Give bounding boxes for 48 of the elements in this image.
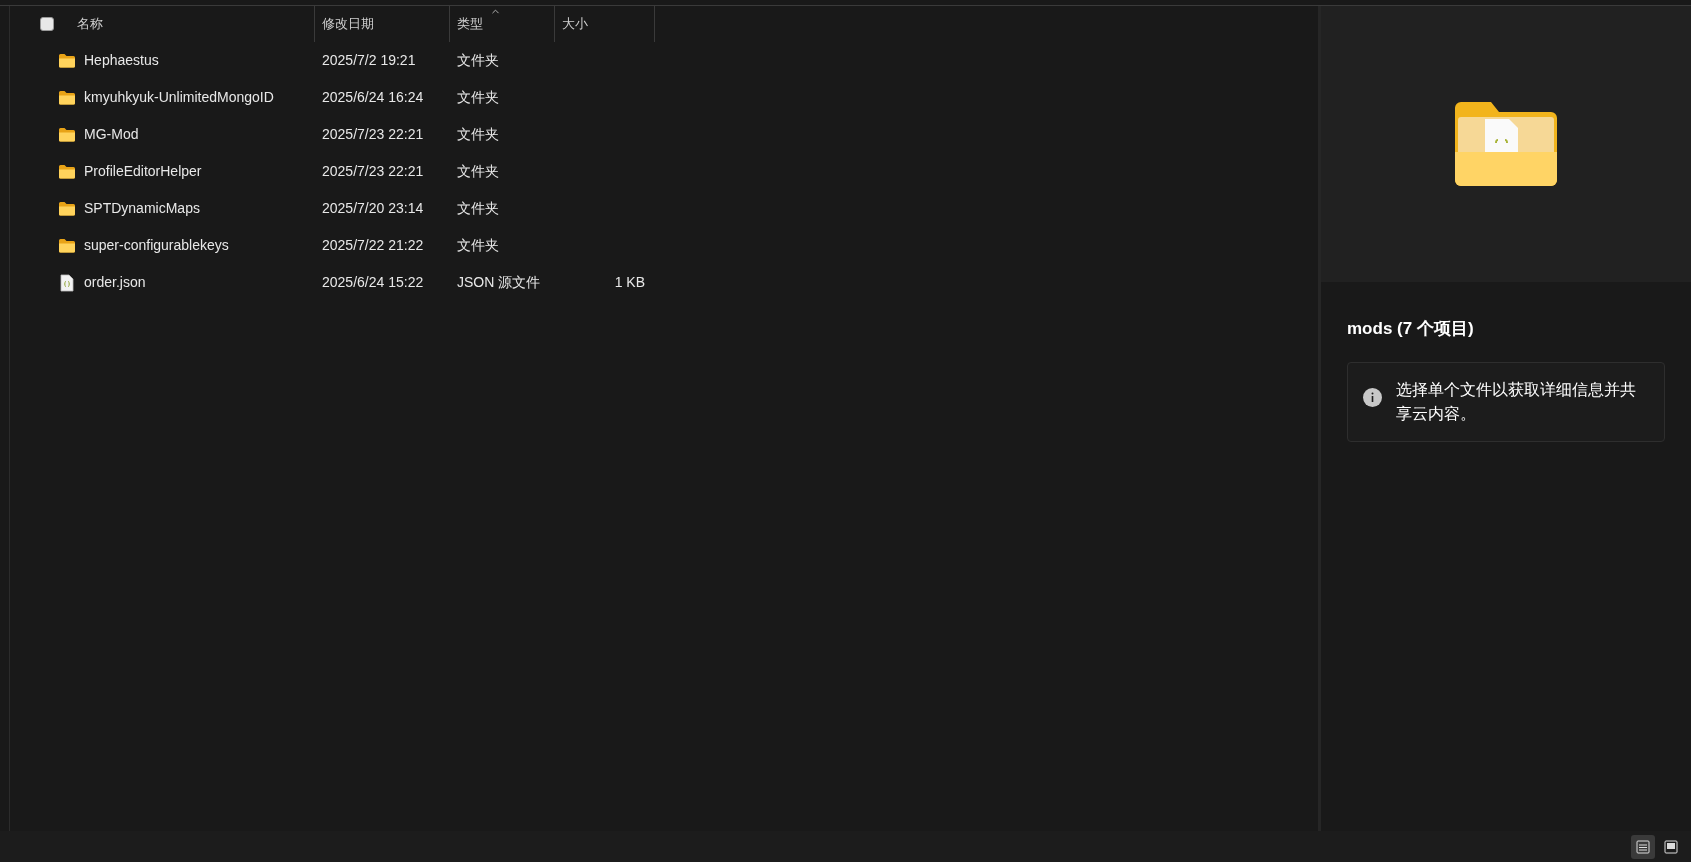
folder-icon (58, 238, 76, 253)
file-name: super-configurablekeys (84, 236, 229, 255)
file-size: 1 KB (614, 273, 645, 292)
file-name: SPTDynamicMaps (84, 199, 200, 218)
file-type: 文件夹 (457, 237, 499, 253)
column-header[interactable]: 名称 (70, 6, 314, 42)
column-header[interactable]: 大小 (555, 6, 654, 42)
modified-date: 2025/6/24 16:24 (322, 89, 424, 105)
modified-date: 2025/7/20 23:14 (322, 200, 424, 216)
code-file-icon (60, 273, 74, 292)
file-name: ProfileEditorHelper (84, 162, 202, 181)
info-icon (1363, 387, 1382, 407)
file-type: JSON 源文件 (457, 274, 541, 290)
file-type: 文件夹 (457, 200, 499, 216)
modified-date: 2025/6/24 15:22 (322, 274, 424, 290)
file-row[interactable]: Hephaestus 2025/7/2 19:21 文件夹 (40, 42, 1318, 79)
file-row[interactable]: order.json 2025/6/24 15:22 JSON 源文件 1 KB (40, 264, 1318, 301)
list-icon (1636, 839, 1650, 854)
column-header[interactable]: 类型 (450, 6, 554, 42)
file-row[interactable]: kmyuhkyuk-UnlimitedMongoID 2025/6/24 16:24 文件夹 (40, 79, 1318, 116)
modified-date: 2025/7/23 22:21 (322, 163, 424, 179)
file-row[interactable]: ProfileEditorHelper 2025/7/23 22:21 文件夹 (40, 153, 1318, 190)
modified-date: 2025/7/2 19:21 (322, 52, 416, 68)
file-name: order.json (84, 273, 146, 292)
file-row[interactable]: MG-Mod 2025/7/23 22:21 文件夹 (40, 116, 1318, 153)
folder-preview-icon (1453, 102, 1559, 186)
folder-icon (58, 164, 76, 179)
file-name: MG-Mod (84, 125, 139, 144)
folder-icon (58, 127, 76, 142)
folder-icon (58, 53, 76, 68)
details-view-button[interactable] (1631, 834, 1655, 859)
file-type: 文件夹 (457, 126, 499, 142)
file-type: 文件夹 (457, 89, 499, 105)
info-message: 选择单个文件以获取详细信息并共享云内容。 (1396, 379, 1637, 424)
select-all-checkbox[interactable] (40, 17, 54, 31)
folder-icon (58, 90, 76, 105)
file-name: Hephaestus (84, 51, 159, 70)
modified-date: 2025/7/23 22:21 (322, 126, 424, 142)
file-row[interactable]: super-configurablekeys 2025/7/22 21:22 文件夹 (40, 227, 1318, 264)
file-type: 文件夹 (457, 163, 499, 179)
modified-date: 2025/7/22 21:22 (322, 237, 424, 253)
tiles-icon (1664, 839, 1678, 854)
file-type: 文件夹 (457, 52, 499, 68)
folder-icon (58, 201, 76, 216)
file-name: kmyuhkyuk-UnlimitedMongoID (84, 88, 274, 107)
folder-title: mods (7 个项目) (1347, 318, 1475, 340)
column-header[interactable]: 修改日期 (315, 6, 449, 42)
file-row[interactable]: SPTDynamicMaps 2025/7/20 23:14 文件夹 (40, 190, 1318, 227)
